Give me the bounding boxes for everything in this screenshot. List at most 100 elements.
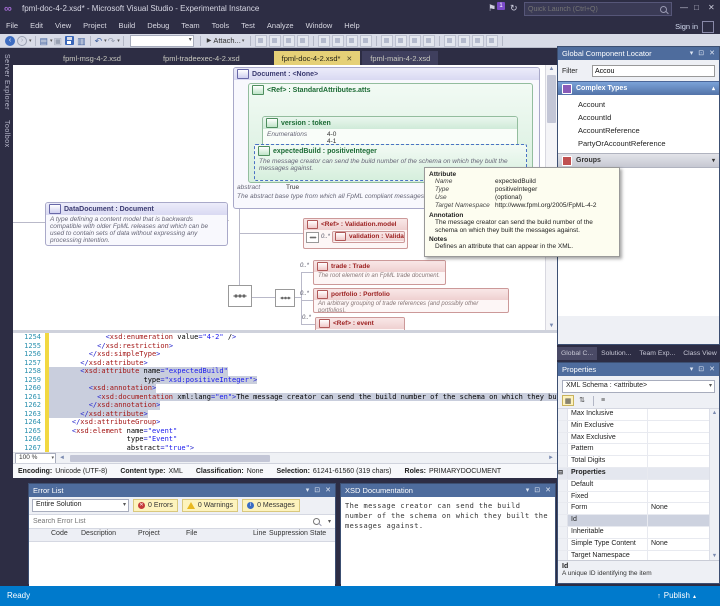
undo-icon[interactable]: ↶ (95, 35, 103, 47)
scroll-right-icon[interactable]: ► (545, 455, 557, 461)
selected-object-dropdown[interactable]: XML Schema : <attribute> (562, 380, 715, 393)
window-position-icon[interactable]: ▾ (690, 47, 694, 60)
property-row[interactable]: Fixed (558, 492, 719, 504)
warnings-filter-button[interactable]: 0 Warnings (182, 499, 238, 512)
column-header-line[interactable]: Line (253, 530, 266, 537)
error-list-search[interactable]: ▾ (29, 515, 335, 529)
code-line[interactable]: 1255 </xsd:restriction> (13, 342, 557, 351)
tool-tab-global-c-[interactable]: Global C... (557, 347, 597, 360)
code-line[interactable]: 1262 </xsd:annotation> (13, 401, 557, 410)
error-search-input[interactable] (29, 518, 313, 525)
property-row[interactable]: Target Namespace (558, 551, 719, 560)
scroll-left-icon[interactable]: ◄ (56, 455, 68, 461)
complex-type-item[interactable]: AccountId (558, 111, 719, 124)
complex-type-item[interactable]: PartyOrAccountReference (558, 137, 719, 150)
doc-tab[interactable]: fpml-tradeexec-4-2.xsd (155, 51, 248, 65)
code-line[interactable]: 1260 <xsd:annotation> (13, 384, 557, 393)
property-row[interactable]: Max Inclusive (558, 409, 719, 421)
side-tab-toolbox[interactable]: Toolbox (3, 120, 10, 148)
node-validation[interactable]: validation : Validation (332, 231, 405, 243)
code-line[interactable]: 1267 abstract="true"> (13, 444, 557, 453)
close-icon[interactable]: ✕ (709, 47, 715, 60)
pin-icon[interactable]: ⊡ (698, 47, 704, 60)
property-row[interactable]: Max Exclusive (558, 433, 719, 445)
xml-code-editor[interactable]: 1254 <xsd:enumeration value="4-2" />1255… (13, 333, 557, 452)
errors-filter-button[interactable]: ✕ 0 Errors (133, 499, 178, 512)
scroll-down-icon[interactable]: ▼ (710, 553, 719, 559)
code-line[interactable]: 1254 <xsd:enumeration value="4-2" /> (13, 333, 557, 342)
tool-tab-class-view[interactable]: Class View (679, 347, 720, 360)
pin-icon[interactable]: ⊡ (534, 484, 540, 497)
menu-item-team[interactable]: Team (175, 18, 205, 34)
menu-item-edit[interactable]: Edit (24, 18, 49, 34)
close-button[interactable]: ✕ (708, 3, 715, 12)
groups-section-header[interactable]: Groups ▾ (558, 153, 719, 168)
menu-item-help[interactable]: Help (338, 18, 365, 34)
error-scope-dropdown[interactable]: Entire Solution (32, 499, 129, 512)
property-row[interactable]: Min Exclusive (558, 421, 719, 433)
navigate-back-icon[interactable]: ‹ (5, 36, 15, 46)
complex-type-item[interactable]: Account (558, 98, 719, 111)
close-icon[interactable]: ✕ (325, 484, 331, 497)
close-tab-icon[interactable]: ✕ (346, 56, 352, 63)
property-row[interactable]: ⊟Properties (558, 468, 719, 480)
quick-launch[interactable] (524, 2, 672, 16)
node-validation-model[interactable]: <Ref> : Validation.model 0..* validation… (303, 218, 408, 249)
scroll-up-icon[interactable]: ▲ (546, 66, 557, 72)
categorized-view-icon[interactable]: ▦ (562, 395, 574, 406)
code-line[interactable]: 1259 type="xsd:positiveInteger"> (13, 376, 557, 385)
editor-horizontal-scrollbar[interactable]: 100 % ◄ ► (13, 452, 557, 463)
scrollbar-thumb[interactable] (547, 75, 556, 123)
error-list-column-headers[interactable]: CodeDescriptionProjectFileLineSuppressio… (29, 529, 335, 542)
column-header-project[interactable]: Project (138, 530, 160, 537)
save-icon[interactable] (65, 36, 74, 45)
property-row[interactable]: Inheritable (558, 527, 719, 539)
doc-tab[interactable]: fpml-doc-4-2.xsd*✕ (274, 51, 361, 65)
menu-item-build[interactable]: Build (113, 18, 142, 34)
window-position-icon[interactable]: ▾ (690, 363, 694, 376)
collapse-icon[interactable]: ▴ (712, 85, 715, 92)
locator-title-bar[interactable]: Global Component Locator ▾ ⊡ ✕ (558, 47, 719, 60)
column-header-code[interactable]: Code (51, 530, 68, 537)
nav-dropdown-icon[interactable]: ▾ (29, 38, 32, 44)
menu-item-tools[interactable]: Tools (206, 18, 236, 34)
sync-icon[interactable]: ↻ (510, 3, 518, 14)
sequence-icon[interactable] (306, 232, 319, 243)
navigate-forward-icon[interactable]: › (17, 36, 27, 46)
quick-launch-input[interactable] (525, 6, 660, 13)
undo-dropdown-icon[interactable]: ▾ (104, 38, 107, 44)
node-event[interactable]: <Ref> : event (315, 317, 405, 330)
window-position-icon[interactable]: ▾ (526, 484, 530, 497)
user-avatar[interactable] (702, 21, 714, 33)
close-icon[interactable]: ✕ (545, 484, 551, 497)
scrollbar-track[interactable] (68, 454, 545, 463)
minimize-button[interactable]: — (680, 3, 688, 12)
code-line[interactable]: 1266 type="Event" (13, 435, 557, 444)
properties-title-bar[interactable]: Properties ▾ ⊡ ✕ (558, 363, 719, 376)
code-line[interactable]: 1264 </xsd:attributeGroup> (13, 418, 557, 427)
tool-tab-solution-[interactable]: Solution... (597, 347, 635, 360)
save-all-icon[interactable]: ▥ (77, 35, 86, 47)
property-row[interactable]: Total Digits (558, 456, 719, 468)
code-line[interactable]: 1263 </xsd:attribute> (13, 410, 557, 419)
scroll-down-icon[interactable]: ▼ (546, 323, 557, 329)
menu-item-file[interactable]: File (0, 18, 24, 34)
error-list-body[interactable] (29, 542, 335, 586)
property-pages-icon[interactable]: ≡ (597, 395, 609, 406)
open-file-icon[interactable]: ▣ (54, 35, 63, 47)
menu-item-project[interactable]: Project (77, 18, 112, 34)
close-icon[interactable]: ✕ (709, 363, 715, 376)
configuration-combo[interactable] (130, 35, 194, 47)
doc-tab[interactable]: fpml-msg-4-2.xsd (55, 51, 129, 65)
code-line[interactable]: 1258 <xsd:attribute name="expectedBuild" (13, 367, 557, 376)
complex-type-item[interactable]: AccountReference (558, 124, 719, 137)
property-row[interactable]: Default (558, 480, 719, 492)
sign-in-link[interactable]: Sign in (675, 22, 698, 31)
doc-tab[interactable]: fpml-main-4-2.xsd (362, 51, 438, 65)
tool-tab-team-exp-[interactable]: Team Exp... (635, 347, 679, 360)
code-line[interactable]: 1261 <xsd:documentation xml:lang="en">Th… (13, 393, 557, 402)
editor-zoom-combo[interactable]: 100 % (15, 453, 56, 464)
error-list-title-bar[interactable]: Error List ▾ ⊡ ✕ (29, 484, 335, 497)
property-grid-scrollbar[interactable]: ▲ ▼ (709, 409, 719, 560)
menu-item-analyze[interactable]: Analyze (261, 18, 300, 34)
